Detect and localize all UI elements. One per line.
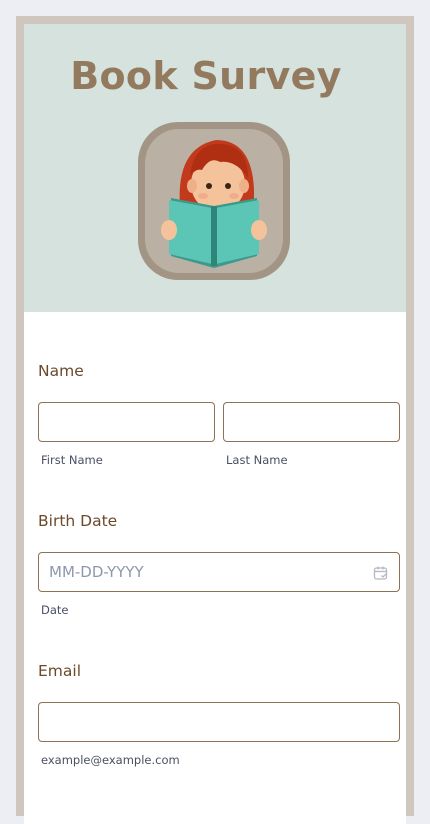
girl-reading-book-icon <box>136 120 292 282</box>
first-name-sublabel: First Name <box>41 453 103 467</box>
birth-date-label: Birth Date <box>38 512 118 530</box>
email-sublabel: example@example.com <box>41 753 180 767</box>
email-label: Email <box>38 662 82 680</box>
calendar-icon[interactable] <box>373 565 389 581</box>
last-name-input[interactable] <box>223 402 400 442</box>
form-frame: Book Survey Name First Name Last Name Bi… <box>16 16 414 824</box>
form-card: Book Survey Name First Name Last Name Bi… <box>24 24 406 824</box>
email-input[interactable] <box>38 702 400 742</box>
name-label: Name <box>38 362 84 380</box>
last-name-sublabel: Last Name <box>226 453 288 467</box>
birth-date-sublabel: Date <box>41 603 69 617</box>
page-title: Book Survey <box>70 54 342 98</box>
form-header: Book Survey <box>24 24 406 312</box>
birth-date-placeholder: MM-DD-YYYY <box>49 563 144 581</box>
birth-date-input[interactable]: MM-DD-YYYY <box>38 552 400 592</box>
first-name-input[interactable] <box>38 402 215 442</box>
